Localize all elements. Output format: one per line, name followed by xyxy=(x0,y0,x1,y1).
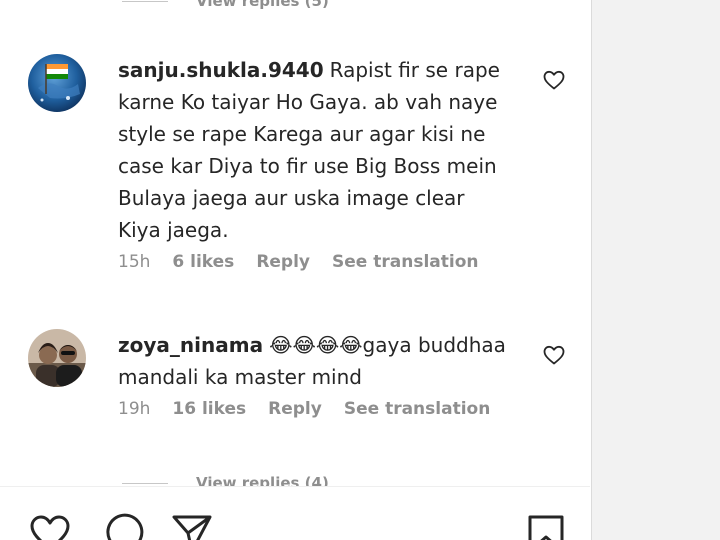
comment-body: sanju.shukla.9440 Rapist fir se rape karn… xyxy=(118,54,508,272)
comment-icon xyxy=(106,513,144,540)
avatar[interactable] xyxy=(28,54,86,112)
share-icon xyxy=(172,515,212,540)
like-post-button[interactable] xyxy=(28,511,72,540)
comment-content: Rapist fir se rape karne Ko taiyar Ho Ga… xyxy=(118,58,500,242)
comment-body: zoya_ninama 😂😂😂😂gaya buddhaa mandali ka m… xyxy=(118,329,508,419)
comment-meta: 15h 6 likes Reply See translation xyxy=(118,252,508,272)
view-replies-top[interactable]: View replies (5) xyxy=(122,0,329,10)
avatar-globe-image xyxy=(28,54,86,112)
view-replies-label[interactable]: View replies (4) xyxy=(196,474,329,486)
comment-time: 15h xyxy=(118,252,151,272)
comment-text: zoya_ninama 😂😂😂😂gaya buddhaa mandali ka m… xyxy=(118,329,508,393)
likes-count[interactable]: 6 likes xyxy=(172,252,234,272)
reply-line-decor xyxy=(122,482,168,484)
save-button[interactable] xyxy=(524,511,568,540)
post-action-bar xyxy=(0,487,590,540)
heart-icon xyxy=(30,515,70,540)
heart-icon xyxy=(543,345,565,365)
bookmark-icon xyxy=(528,515,564,540)
heart-icon xyxy=(543,70,565,90)
comments-panel: View replies (5) sanju.shukla.9440 Rapis… xyxy=(0,0,590,540)
reply-button[interactable]: Reply xyxy=(256,252,310,272)
reply-button[interactable]: Reply xyxy=(268,399,322,419)
comment-button[interactable] xyxy=(100,511,144,540)
likes-count[interactable]: 16 likes xyxy=(172,399,246,419)
comment-meta: 19h 16 likes Reply See translation xyxy=(118,399,508,419)
like-comment-button[interactable] xyxy=(542,343,566,367)
view-replies-label[interactable]: View replies (5) xyxy=(196,0,329,10)
reply-line-decor xyxy=(122,0,168,2)
avatar[interactable] xyxy=(28,329,86,387)
comment-username[interactable]: zoya_ninama xyxy=(118,333,263,357)
comment-text: sanju.shukla.9440 Rapist fir se rape karn… xyxy=(118,54,508,246)
see-translation-button[interactable]: See translation xyxy=(344,399,490,419)
background-gutter xyxy=(591,0,720,540)
view-replies-bottom[interactable]: View replies (4) xyxy=(122,474,329,486)
comment-time: 19h xyxy=(118,399,151,419)
avatar-people-image xyxy=(28,329,86,387)
comment-list: View replies (5) sanju.shukla.9440 Rapis… xyxy=(0,0,590,486)
comment-username[interactable]: sanju.shukla.9440 xyxy=(118,58,324,82)
share-button[interactable] xyxy=(170,511,214,540)
like-comment-button[interactable] xyxy=(542,68,566,92)
see-translation-button[interactable]: See translation xyxy=(332,252,478,272)
